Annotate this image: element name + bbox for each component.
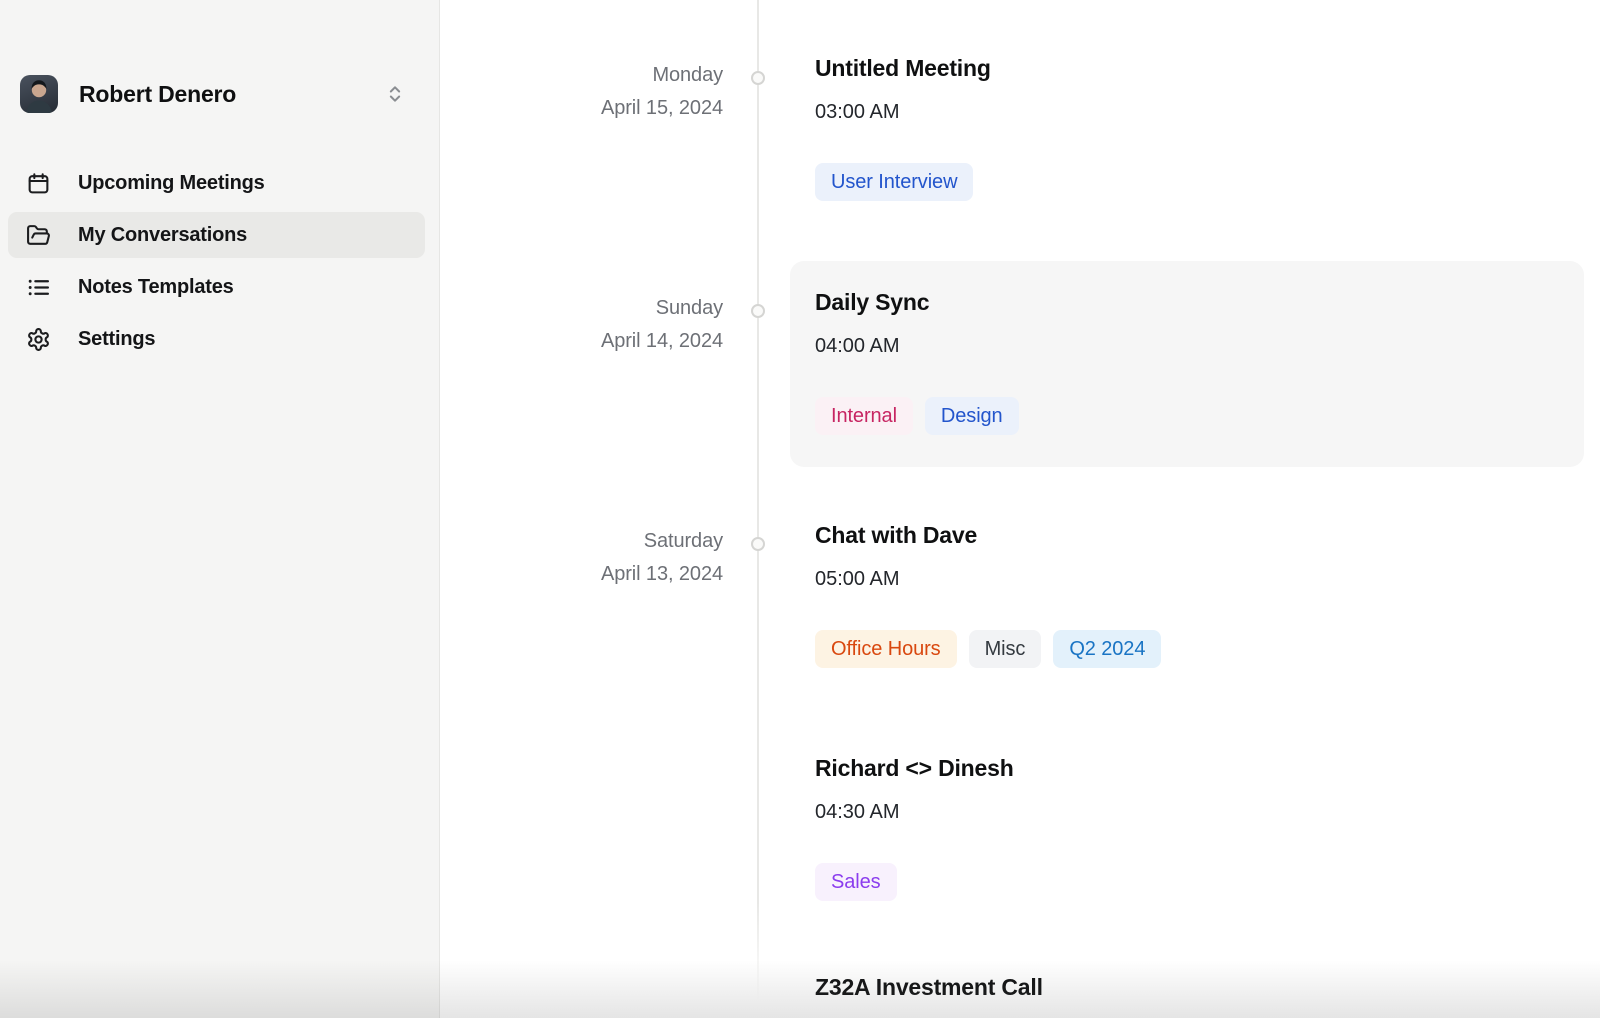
date: April 14, 2024 <box>601 325 723 358</box>
avatar <box>20 75 58 113</box>
chevrons-up-down-icon <box>385 83 405 105</box>
meeting-title: Z32A Investment Call <box>815 971 1043 1003</box>
meeting-title: Richard <> Dinesh <box>815 752 1014 784</box>
calendar-icon <box>26 171 51 196</box>
tag: Misc <box>969 630 1042 668</box>
tag: Internal <box>815 397 913 435</box>
timeline-dot <box>751 304 765 318</box>
meeting-item-z32a-investment-call[interactable]: Z32A Investment Call <box>815 971 1043 1003</box>
tag: Sales <box>815 863 897 901</box>
tag-row: Internal Design <box>815 397 1584 435</box>
meeting-title: Chat with Dave <box>815 519 1161 551</box>
sidebar-nav: Upcoming Meetings My Conversations <box>8 160 425 368</box>
tag: Office Hours <box>815 630 957 668</box>
timeline-dot <box>751 537 765 551</box>
meeting-time: 03:00 AM <box>815 97 991 127</box>
meeting-time: 04:00 AM <box>815 331 1584 361</box>
date-group-label: Monday April 15, 2024 <box>601 59 723 125</box>
date-group-label: Saturday April 13, 2024 <box>601 525 723 591</box>
sidebar-item-label: Settings <box>78 328 155 351</box>
meeting-item-daily-sync[interactable]: Daily Sync 04:00 AM Internal Design <box>790 261 1584 467</box>
tag: User Interview <box>815 163 973 201</box>
conversations-timeline: Monday April 15, 2024 Sunday April 14, 2… <box>441 0 1600 1018</box>
tag-row: Sales <box>815 863 1014 901</box>
meeting-item-chat-with-dave[interactable]: Chat with Dave 05:00 AM Office Hours Mis… <box>815 519 1161 668</box>
gear-icon <box>26 327 51 352</box>
tag: Q2 2024 <box>1053 630 1161 668</box>
app-window: Robert Denero Upcoming Meetings <box>0 0 1600 1018</box>
meeting-item-untitled-meeting[interactable]: Untitled Meeting 03:00 AM User Interview <box>815 52 991 201</box>
weekday: Monday <box>601 59 723 92</box>
user-name: Robert Denero <box>79 81 236 108</box>
sidebar-item-my-conversations[interactable]: My Conversations <box>8 212 425 258</box>
weekday: Saturday <box>601 525 723 558</box>
sidebar-item-label: My Conversations <box>78 224 247 247</box>
sidebar-item-upcoming-meetings[interactable]: Upcoming Meetings <box>8 160 425 206</box>
tag-row: Office Hours Misc Q2 2024 <box>815 630 1161 668</box>
meeting-time: 05:00 AM <box>815 564 1161 594</box>
timeline-line <box>757 0 759 1002</box>
account-switcher[interactable]: Robert Denero <box>20 73 405 115</box>
date: April 15, 2024 <box>601 92 723 125</box>
list-icon <box>26 275 51 300</box>
sidebar-item-notes-templates[interactable]: Notes Templates <box>8 264 425 310</box>
tag: Design <box>925 397 1019 435</box>
sidebar-item-label: Upcoming Meetings <box>78 172 265 195</box>
sidebar-item-settings[interactable]: Settings <box>8 316 425 362</box>
tag-row: User Interview <box>815 163 991 201</box>
weekday: Sunday <box>601 292 723 325</box>
meeting-title: Daily Sync <box>815 286 1584 318</box>
date-group-label: Sunday April 14, 2024 <box>601 292 723 358</box>
meeting-title: Untitled Meeting <box>815 52 991 84</box>
sidebar: Robert Denero Upcoming Meetings <box>0 0 440 1018</box>
timeline-dot <box>751 71 765 85</box>
meeting-item-richard-dinesh[interactable]: Richard <> Dinesh 04:30 AM Sales <box>815 752 1014 901</box>
sidebar-item-label: Notes Templates <box>78 276 234 299</box>
meeting-time: 04:30 AM <box>815 797 1014 827</box>
folder-icon <box>26 223 51 248</box>
date: April 13, 2024 <box>601 558 723 591</box>
